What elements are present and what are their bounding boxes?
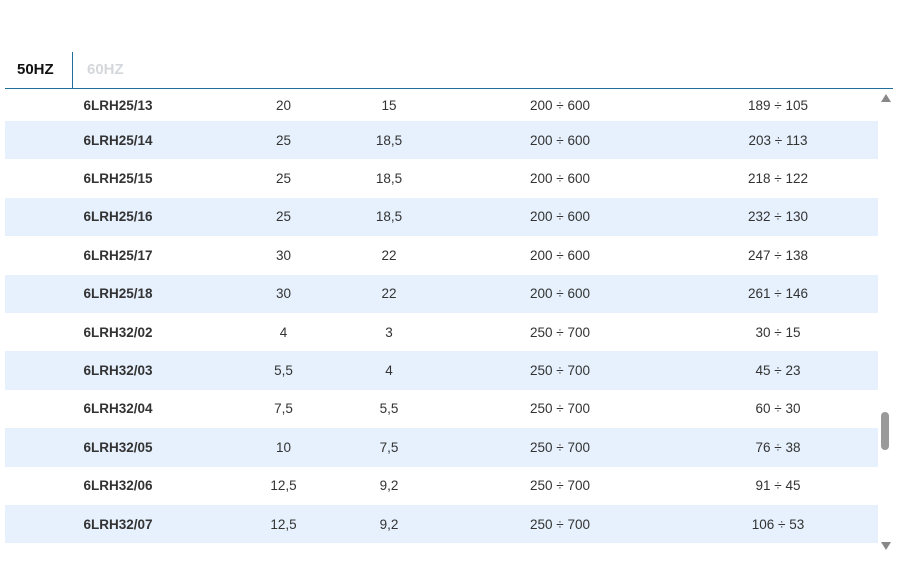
model-cell: 6LRH32/02 [5, 312, 231, 352]
table-row: 6LRH32/05 10 7,5 250 ÷ 700 76 ÷ 38 [5, 428, 878, 467]
flow-range-cell: 250 ÷ 700 [442, 466, 678, 505]
hp-cell: 22 [336, 236, 442, 275]
hp-cell: 18,5 [336, 159, 442, 198]
flow-range-cell: 250 ÷ 700 [442, 428, 678, 467]
flow-range-cell: 200 ÷ 600 [442, 89, 678, 121]
table-row: 6LRH32/03 5,5 4 250 ÷ 700 45 ÷ 23 [5, 351, 878, 390]
kw-cell: 30 [231, 236, 336, 275]
model-cell: 6LRH32/03 [5, 351, 231, 390]
kw-cell: 5,5 [231, 351, 336, 390]
table-row: 6LRH25/17 30 22 200 ÷ 600 247 ÷ 138 [5, 236, 878, 275]
flow-range-cell: 250 ÷ 700 [442, 351, 678, 390]
head-range-cell: 76 ÷ 38 [678, 428, 878, 467]
kw-cell: 10 [231, 428, 336, 467]
flow-range-cell: 200 ÷ 600 [442, 236, 678, 275]
kw-cell: 30 [231, 274, 336, 313]
model-cell: 6LRH25/17 [5, 236, 231, 275]
kw-cell: 7,5 [231, 389, 336, 429]
pump-table-body: 6LRH25/13 20 15 200 ÷ 600 189 ÷ 105 6LRH25/14… [5, 89, 878, 544]
scrollbar-thumb[interactable] [881, 412, 889, 450]
kw-cell: 20 [231, 89, 336, 121]
head-range-cell: 45 ÷ 23 [678, 351, 878, 390]
model-cell: 6LRH25/18 [5, 274, 231, 313]
hp-cell: 4 [336, 351, 442, 390]
flow-range-cell: 250 ÷ 700 [442, 389, 678, 429]
flow-range-cell: 200 ÷ 600 [442, 121, 678, 160]
hp-cell: 5,5 [336, 389, 442, 429]
model-cell: 6LRH32/06 [5, 466, 231, 505]
hp-cell: 9,2 [336, 504, 442, 544]
flow-range-cell: 250 ÷ 700 [442, 312, 678, 352]
hp-cell: 9,2 [336, 466, 442, 505]
head-range-cell: 91 ÷ 45 [678, 466, 878, 505]
table-row: 6LRH25/14 25 18,5 200 ÷ 600 203 ÷ 113 [5, 121, 878, 160]
table-row: 6LRH32/07 12,5 9,2 250 ÷ 700 106 ÷ 53 [5, 504, 878, 544]
table-row: 6LRH25/18 30 22 200 ÷ 600 261 ÷ 146 [5, 274, 878, 313]
tab-50hz[interactable]: 50HZ [17, 52, 54, 88]
table-row: 6LRH32/06 12,5 9,2 250 ÷ 700 91 ÷ 45 [5, 466, 878, 505]
flow-range-cell: 250 ÷ 700 [442, 504, 678, 544]
tab-divider [72, 52, 73, 88]
hp-cell: 7,5 [336, 428, 442, 467]
triangle-up-icon[interactable] [881, 94, 891, 102]
hp-cell: 18,5 [336, 197, 442, 237]
kw-cell: 12,5 [231, 504, 336, 544]
head-range-cell: 247 ÷ 138 [678, 236, 878, 275]
head-range-cell: 261 ÷ 146 [678, 274, 878, 313]
table-row: 6LRH25/16 25 18,5 200 ÷ 600 232 ÷ 130 [5, 197, 878, 237]
head-range-cell: 30 ÷ 15 [678, 312, 878, 352]
model-cell: 6LRH32/04 [5, 389, 231, 429]
table-row: 6LRH32/02 4 3 250 ÷ 700 30 ÷ 15 [5, 312, 878, 352]
head-range-cell: 218 ÷ 122 [678, 159, 878, 198]
model-cell: 6LRH25/14 [5, 121, 231, 160]
flow-range-cell: 200 ÷ 600 [442, 159, 678, 198]
head-range-cell: 203 ÷ 113 [678, 121, 878, 160]
kw-cell: 4 [231, 312, 336, 352]
triangle-down-icon[interactable] [881, 542, 891, 550]
model-cell: 6LRH25/13 [5, 89, 231, 121]
model-cell: 6LRH25/15 [5, 159, 231, 198]
table-row: 6LRH25/15 25 18,5 200 ÷ 600 218 ÷ 122 [5, 159, 878, 198]
model-cell: 6LRH25/16 [5, 197, 231, 237]
hp-cell: 3 [336, 312, 442, 352]
head-range-cell: 232 ÷ 130 [678, 197, 878, 237]
head-range-cell: 60 ÷ 30 [678, 389, 878, 429]
frequency-tabs: 50HZ 60HZ [5, 52, 893, 89]
hp-cell: 22 [336, 274, 442, 313]
pump-table-viewport[interactable]: 6LRH25/13 20 15 200 ÷ 600 189 ÷ 105 6LRH25/14… [5, 89, 878, 544]
kw-cell: 25 [231, 197, 336, 237]
model-cell: 6LRH32/07 [5, 504, 231, 544]
flow-range-cell: 200 ÷ 600 [442, 197, 678, 237]
tab-60hz[interactable]: 60HZ [87, 52, 124, 88]
pump-table: 6LRH25/13 20 15 200 ÷ 600 189 ÷ 105 6LRH25/14… [5, 89, 878, 544]
vertical-scrollbar[interactable] [879, 90, 892, 554]
model-cell: 6LRH32/05 [5, 428, 231, 467]
kw-cell: 25 [231, 159, 336, 198]
kw-cell: 25 [231, 121, 336, 160]
hp-cell: 18,5 [336, 121, 442, 160]
head-range-cell: 189 ÷ 105 [678, 89, 878, 121]
table-row: 6LRH32/04 7,5 5,5 250 ÷ 700 60 ÷ 30 [5, 389, 878, 429]
hp-cell: 15 [336, 89, 442, 121]
kw-cell: 12,5 [231, 466, 336, 505]
table-row: 6LRH25/13 20 15 200 ÷ 600 189 ÷ 105 [5, 89, 878, 121]
flow-range-cell: 200 ÷ 600 [442, 274, 678, 313]
head-range-cell: 106 ÷ 53 [678, 504, 878, 544]
